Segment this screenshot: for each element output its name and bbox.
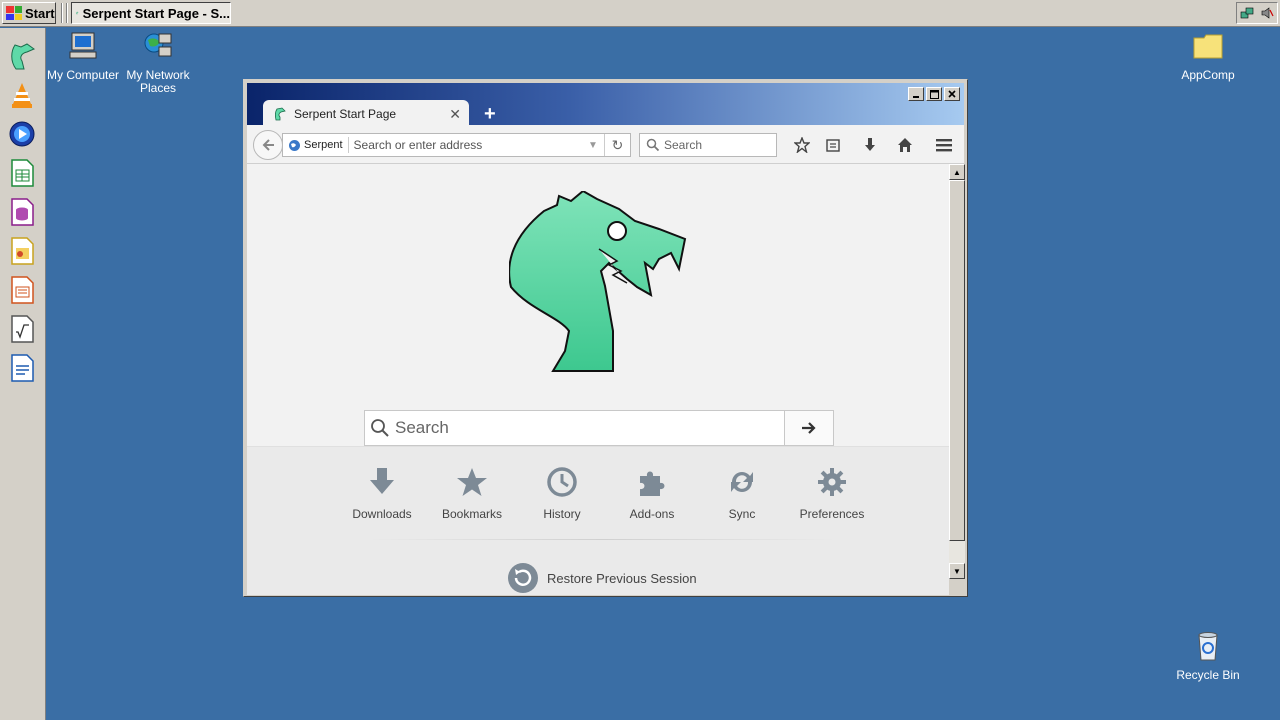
vertical-scrollbar[interactable]: ▲ ▼ <box>949 164 965 579</box>
folder-icon <box>1193 34 1223 59</box>
serpent-favicon-icon <box>274 107 286 121</box>
restore-session-label: Restore Previous Session <box>547 570 697 586</box>
site-identity[interactable]: Serpent <box>283 137 349 153</box>
back-button[interactable] <box>253 130 283 160</box>
launcher-label: Downloads <box>352 507 412 521</box>
desktop-icon-recycle-bin[interactable]: Recycle Bin <box>1168 630 1248 682</box>
sync-icon <box>731 472 753 492</box>
desktop-icon-label: AppComp <box>1181 68 1235 82</box>
gear-icon <box>818 468 846 496</box>
arrow-right-icon <box>802 422 816 434</box>
maximize-button[interactable] <box>926 87 942 101</box>
url-input[interactable] <box>348 134 582 156</box>
toolbar-search-box[interactable] <box>639 133 777 157</box>
bookmarks-menu-icon[interactable] <box>822 134 844 156</box>
computer-icon <box>69 32 97 59</box>
identity-label: Serpent <box>304 139 343 151</box>
scroll-thumb[interactable] <box>949 180 965 541</box>
launcher-downloads-button[interactable]: Downloads <box>337 465 427 521</box>
serpent-icon <box>76 11 79 15</box>
desktop-icon-appcomp[interactable]: AppComp <box>1168 30 1248 82</box>
volume-icon[interactable] <box>1260 6 1274 20</box>
browser-window: Serpent Start Page ✕ + Serpent ▼ ↻ <box>243 79 968 597</box>
start-page-content: Downloads Bookmarks History Add-ons Sync <box>247 164 949 595</box>
network-icon[interactable] <box>1240 6 1254 20</box>
taskbar-window-title: Serpent Start Page - S... <box>82 5 230 21</box>
desktop-icon-my-computer[interactable]: My Computer <box>43 30 123 82</box>
vlc-icon[interactable] <box>7 80 37 110</box>
puzzle-piece-icon <box>640 471 665 496</box>
launcher-bookmarks-button[interactable]: Bookmarks <box>427 465 517 521</box>
media-player-icon[interactable] <box>7 119 37 149</box>
toolbar-search-input[interactable] <box>664 138 764 152</box>
launcher-addons-button[interactable]: Add-ons <box>607 465 697 521</box>
serpent-dragon-logo <box>509 191 687 372</box>
bookmark-star-icon[interactable] <box>791 134 813 156</box>
windows-logo-icon <box>6 6 22 20</box>
desktop-icon-label: My Computer <box>46 68 120 82</box>
globe-icon <box>289 139 300 151</box>
taskbar-separator <box>61 3 63 23</box>
launcher-label: Add-ons <box>629 507 675 521</box>
network-places-icon <box>144 33 172 57</box>
taskbar-window-button[interactable]: Serpent Start Page - S... <box>71 2 231 24</box>
window-titlebar[interactable]: Serpent Start Page ✕ + <box>247 83 964 128</box>
history-clock-icon <box>547 467 577 497</box>
tab-close-icon[interactable]: ✕ <box>449 106 461 123</box>
tab-serpent-start-page[interactable]: Serpent Start Page ✕ <box>263 100 469 128</box>
back-arrow-icon <box>262 139 274 151</box>
quick-launch-bar <box>0 28 46 720</box>
writer-icon[interactable] <box>7 353 37 383</box>
scroll-up-button[interactable]: ▲ <box>949 164 965 180</box>
database-icon[interactable] <box>7 197 37 227</box>
close-button[interactable] <box>944 87 960 101</box>
launcher-label: Bookmarks <box>441 507 503 521</box>
new-tab-button[interactable]: + <box>484 103 496 126</box>
launcher-label: History <box>543 507 581 521</box>
desktop-icon-my-network-places[interactable]: My Network Places <box>118 30 198 95</box>
page-search-box[interactable] <box>364 410 834 446</box>
scroll-down-button[interactable]: ▼ <box>949 563 965 579</box>
taskbar: Start Serpent Start Page - S... <box>0 0 1280 27</box>
history-dropmarker-icon[interactable]: ▼ <box>582 140 604 151</box>
restore-session-icon <box>508 563 538 593</box>
desktop-icon-label: My Network Places <box>126 68 190 95</box>
launcher-label: Preferences <box>799 507 865 521</box>
search-go-button[interactable] <box>784 411 833 445</box>
navigation-toolbar: Serpent ▼ ↻ <box>247 125 964 164</box>
restore-session-button[interactable]: Restore Previous Session <box>507 562 697 594</box>
search-icon <box>646 138 660 152</box>
downloads-icon <box>370 468 394 494</box>
search-icon <box>371 419 389 437</box>
minimize-button[interactable] <box>908 87 924 101</box>
launcher-label: Sync <box>728 507 756 521</box>
math-icon[interactable] <box>7 314 37 344</box>
presentation-icon[interactable] <box>7 275 37 305</box>
menu-hamburger-icon[interactable] <box>933 134 955 156</box>
bookmarks-star-icon <box>457 468 487 496</box>
system-tray <box>1236 2 1278 24</box>
reload-icon[interactable]: ↻ <box>604 134 630 156</box>
launcher-sync-button[interactable]: Sync <box>697 465 787 521</box>
downloads-icon[interactable] <box>859 134 881 156</box>
desktop-icon-label: Recycle Bin <box>1176 668 1240 682</box>
home-icon[interactable] <box>894 134 916 156</box>
taskbar-separator <box>66 3 68 23</box>
serpent-launch-icon[interactable] <box>7 41 37 71</box>
launcher-preferences-button[interactable]: Preferences <box>787 465 877 521</box>
launcher-history-button[interactable]: History <box>517 465 607 521</box>
launcher-divider <box>367 539 837 540</box>
url-bar[interactable]: Serpent ▼ ↻ <box>282 133 631 157</box>
tab-title: Serpent Start Page <box>294 107 397 121</box>
window-controls <box>908 87 960 101</box>
draw-icon[interactable] <box>7 236 37 266</box>
spreadsheet-icon[interactable] <box>7 158 37 188</box>
recycle-bin-icon <box>1198 632 1218 661</box>
start-button[interactable]: Start <box>2 2 56 24</box>
page-search-input[interactable] <box>395 411 784 445</box>
start-label: Start <box>25 5 55 21</box>
launcher-panel: Downloads Bookmarks History Add-ons Sync <box>247 446 949 595</box>
